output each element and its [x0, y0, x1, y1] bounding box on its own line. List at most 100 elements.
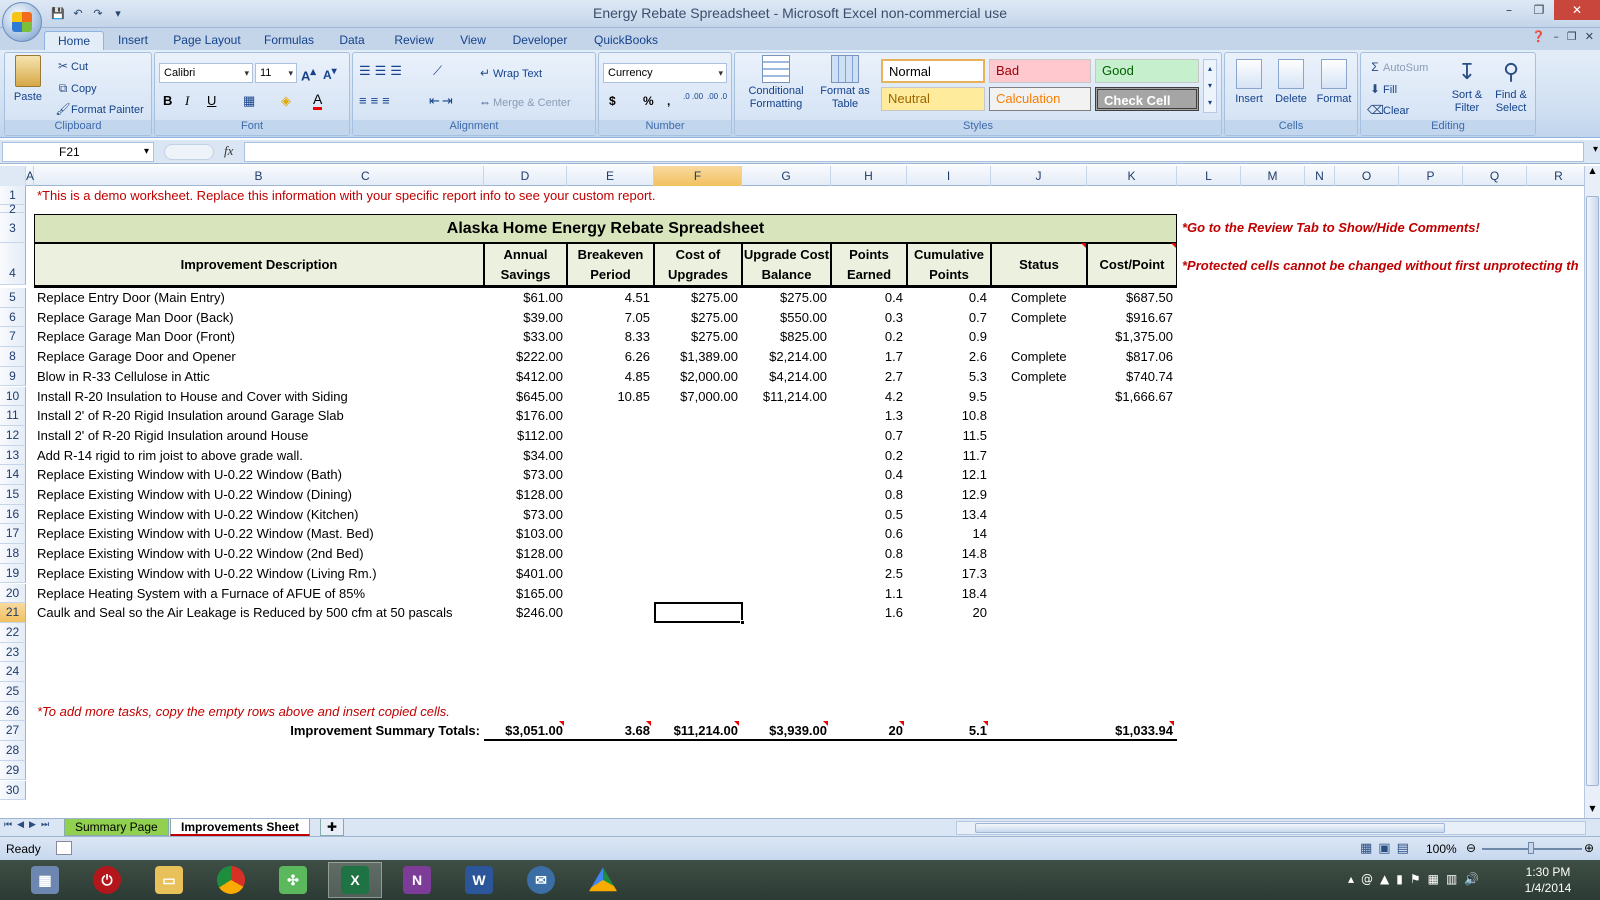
- tab-view[interactable]: View: [452, 31, 494, 50]
- row-header-29[interactable]: 29: [0, 760, 26, 781]
- indent-icons[interactable]: ⇤⇥: [429, 93, 455, 109]
- row-21-d[interactable]: $246.00: [484, 605, 563, 620]
- minimize-button[interactable]: –: [1494, 0, 1524, 20]
- close-button[interactable]: ✕: [1554, 0, 1600, 20]
- row-header-28[interactable]: 28: [0, 741, 26, 761]
- insert-cells-button[interactable]: Insert: [1229, 55, 1269, 105]
- restore-button[interactable]: ❐: [1524, 0, 1554, 20]
- delete-cells-button[interactable]: Delete: [1271, 55, 1311, 105]
- row-8-h[interactable]: 1.7: [831, 349, 903, 364]
- row-20-d[interactable]: $165.00: [484, 586, 563, 601]
- row-15-i[interactable]: 12.9: [907, 487, 987, 502]
- row-21-h[interactable]: 1.6: [831, 605, 903, 620]
- row-5-f[interactable]: $275.00: [654, 290, 738, 305]
- comma-button[interactable]: ,: [667, 94, 670, 108]
- sheet-nav-icons[interactable]: ⏮◀▶⏭: [4, 820, 54, 830]
- row-8-d[interactable]: $222.00: [484, 349, 563, 364]
- vertical-align-icons[interactable]: ☰☰☰: [359, 63, 406, 79]
- row-8-description[interactable]: Replace Garage Door and Opener: [37, 349, 236, 364]
- row-18-i[interactable]: 14.8: [907, 546, 987, 561]
- row-9-k[interactable]: $740.74: [1087, 369, 1173, 384]
- demo-note[interactable]: *This is a demo worksheet. Replace this …: [37, 188, 656, 203]
- row-8-i[interactable]: 2.6: [907, 349, 987, 364]
- format-as-table-button[interactable]: Format as Table: [815, 55, 875, 111]
- ribbon-close-icon[interactable]: ✕: [1585, 30, 1594, 43]
- row-12-h[interactable]: 0.7: [831, 428, 903, 443]
- row-16-h[interactable]: 0.5: [831, 507, 903, 522]
- row-10-i[interactable]: 9.5: [907, 389, 987, 404]
- row-header-14[interactable]: 14: [0, 465, 26, 485]
- autosum-button[interactable]: Σ AutoSum: [1367, 59, 1428, 75]
- tab-data[interactable]: Data: [330, 31, 374, 50]
- horizontal-scroll-thumb[interactable]: [975, 823, 1445, 833]
- row-7-k[interactable]: $1,375.00: [1087, 329, 1173, 344]
- comment-indicator-icon[interactable]: [559, 721, 564, 727]
- row-9-h[interactable]: 2.7: [831, 369, 903, 384]
- totals-g[interactable]: $3,939.00: [742, 723, 827, 738]
- row-header-19[interactable]: 19: [0, 563, 26, 584]
- row-12-description[interactable]: Install 2' of R-20 Rigid Insulation arou…: [37, 428, 308, 443]
- row-9-description[interactable]: Blow in R-33 Cellulose in Attic: [37, 369, 210, 384]
- row-9-g[interactable]: $4,214.00: [742, 369, 827, 384]
- taskbar-power[interactable]: ⏻: [80, 862, 134, 898]
- row-14-h[interactable]: 0.4: [831, 467, 903, 482]
- row-17-h[interactable]: 0.6: [831, 526, 903, 541]
- row-15-description[interactable]: Replace Existing Window with U-0.22 Wind…: [37, 487, 352, 502]
- row-19-description[interactable]: Replace Existing Window with U-0.22 Wind…: [37, 566, 377, 581]
- col-header-q[interactable]: Q: [1463, 166, 1527, 186]
- taskbar-chrome[interactable]: [204, 862, 258, 898]
- underline-button[interactable]: U: [207, 93, 216, 108]
- row-header-18[interactable]: 18: [0, 544, 26, 564]
- font-size-dropdown[interactable]: 11: [255, 63, 297, 83]
- taskbar-thunderbird[interactable]: ✉: [514, 862, 568, 898]
- row-8-f[interactable]: $1,389.00: [654, 349, 738, 364]
- row-10-d[interactable]: $645.00: [484, 389, 563, 404]
- fill-handle[interactable]: [740, 620, 745, 626]
- row-19-d[interactable]: $401.00: [484, 566, 563, 581]
- row-15-d[interactable]: $128.00: [484, 487, 563, 502]
- taskbar-onenote[interactable]: N: [390, 862, 444, 898]
- row-10-e[interactable]: 10.85: [567, 389, 650, 404]
- row-14-d[interactable]: $73.00: [484, 467, 563, 482]
- row-header-24[interactable]: 24: [0, 662, 26, 682]
- taskbar-calculator[interactable]: ▦: [18, 862, 72, 898]
- row-5-k[interactable]: $687.50: [1087, 290, 1173, 305]
- tab-quickbooks[interactable]: QuickBooks: [586, 31, 666, 50]
- sort-filter-button[interactable]: ↧ Sort & Filter: [1447, 55, 1487, 115]
- comment-indicator-icon[interactable]: [734, 721, 739, 727]
- bold-button[interactable]: B: [163, 93, 172, 108]
- macro-record-icon[interactable]: [56, 841, 72, 855]
- row-header-21[interactable]: 21: [0, 603, 26, 623]
- col-header-a[interactable]: A: [26, 166, 34, 186]
- header-breakeven[interactable]: Breakeven Period: [567, 243, 654, 286]
- style-good[interactable]: Good: [1095, 59, 1199, 83]
- row-10-f[interactable]: $7,000.00: [654, 389, 738, 404]
- ribbon-minimize-icon[interactable]: –: [1553, 30, 1559, 43]
- tab-page-layout[interactable]: Page Layout: [166, 31, 248, 50]
- row-header-9[interactable]: 9: [0, 366, 26, 387]
- row-10-description[interactable]: Install R-20 Insulation to House and Cov…: [37, 389, 348, 404]
- row-5-status[interactable]: Complete: [1011, 290, 1067, 305]
- row-12-i[interactable]: 11.5: [907, 428, 987, 443]
- row-8-status[interactable]: Complete: [1011, 349, 1067, 364]
- taskbar-drive[interactable]: [576, 862, 630, 898]
- style-normal[interactable]: Normal: [881, 59, 985, 83]
- style-calculation[interactable]: Calculation: [989, 87, 1091, 111]
- row-5-g[interactable]: $275.00: [742, 290, 827, 305]
- col-header-e[interactable]: E: [567, 166, 654, 186]
- tab-formulas[interactable]: Formulas: [256, 31, 322, 50]
- vertical-scroll-thumb[interactable]: [1586, 196, 1599, 786]
- totals-k[interactable]: $1,033.94: [1087, 723, 1173, 738]
- row-10-g[interactable]: $11,214.00: [742, 389, 827, 404]
- row-16-description[interactable]: Replace Existing Window with U-0.22 Wind…: [37, 507, 359, 522]
- row-header-8[interactable]: 8: [0, 347, 26, 367]
- active-cell-f21[interactable]: [654, 602, 745, 626]
- totals-d[interactable]: $3,051.00: [484, 723, 563, 738]
- row-20-i[interactable]: 18.4: [907, 586, 987, 601]
- select-all-corner[interactable]: [0, 166, 26, 186]
- italic-button[interactable]: I: [185, 93, 189, 109]
- row-header-2[interactable]: 2: [0, 203, 26, 215]
- row-7-d[interactable]: $33.00: [484, 329, 563, 344]
- comment-indicator-icon[interactable]: [1169, 721, 1174, 727]
- row-19-i[interactable]: 17.3: [907, 566, 987, 581]
